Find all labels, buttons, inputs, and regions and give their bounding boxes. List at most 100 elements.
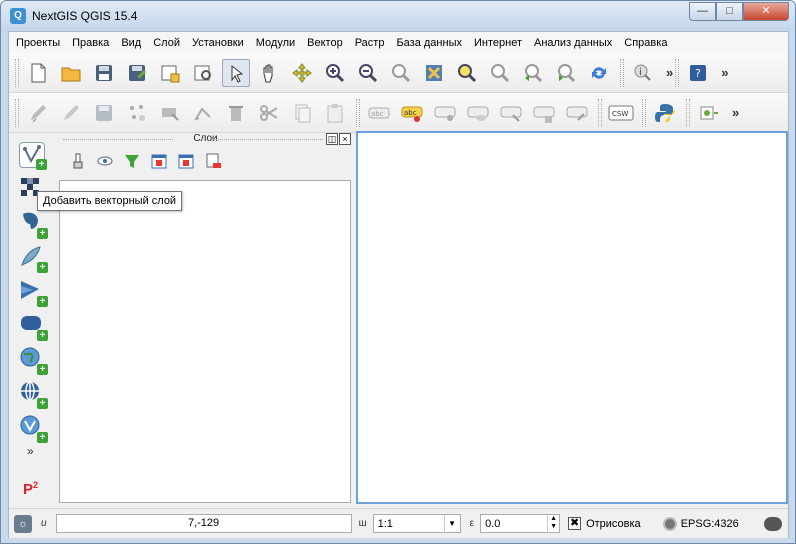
add-vector-layer-button[interactable]: + xyxy=(19,142,47,170)
python-console-button[interactable] xyxy=(651,99,679,127)
map-canvas[interactable] xyxy=(356,131,788,504)
layer-labeling-button[interactable]: abc xyxy=(365,99,393,127)
add-wfs-layer-button[interactable]: + xyxy=(19,414,48,443)
float-panel-button[interactable]: ◫ xyxy=(326,133,338,145)
toolbar-grip[interactable] xyxy=(642,98,646,127)
save-project-button[interactable] xyxy=(90,59,118,87)
zoom-full-button[interactable] xyxy=(420,59,448,87)
close-panel-button[interactable]: × xyxy=(339,133,351,145)
new-project-button[interactable] xyxy=(24,59,52,87)
toolbar-grip[interactable] xyxy=(356,98,360,127)
left-toolbar-overflow[interactable]: » xyxy=(27,444,34,458)
add-mssql-layer-button[interactable]: + xyxy=(19,278,48,307)
expand-all-button[interactable] xyxy=(149,151,169,171)
toolbar-grip[interactable] xyxy=(686,98,690,127)
rotation-spinbox[interactable]: 0.0 ▲ ▼ xyxy=(480,514,561,533)
menu-view[interactable]: Вид xyxy=(121,37,141,49)
paint-icon xyxy=(73,153,83,169)
node-tool-button[interactable] xyxy=(189,99,217,127)
chevron-down-icon[interactable]: ▼ xyxy=(443,515,460,532)
menu-vector[interactable]: Вектор xyxy=(307,37,343,49)
render-checkbox[interactable]: ✖ xyxy=(568,517,582,530)
toolbar2-overflow[interactable]: » xyxy=(732,105,739,120)
composer-manager-button[interactable] xyxy=(189,59,217,87)
toolbar-grip[interactable] xyxy=(15,98,19,127)
zoom-to-selection-button[interactable] xyxy=(453,59,481,87)
menu-project[interactable]: Проекты xyxy=(16,37,60,49)
add-spatialite-layer-button[interactable]: + xyxy=(19,244,48,273)
new-composer-button[interactable] xyxy=(156,59,184,87)
messages-icon[interactable] xyxy=(763,516,782,531)
minimize-button[interactable]: — xyxy=(689,2,716,21)
zoom-out-button[interactable] xyxy=(354,59,382,87)
label-highlight-button[interactable] xyxy=(431,99,459,127)
toolbar-overflow[interactable]: » xyxy=(666,65,673,80)
pan-map-button[interactable] xyxy=(255,59,283,87)
toggle-editing-button[interactable] xyxy=(57,99,85,127)
label-rotate-button[interactable] xyxy=(530,99,558,127)
menu-plugins[interactable]: Модули xyxy=(256,37,295,49)
maximize-button[interactable]: □ xyxy=(716,2,743,21)
label-pin-button[interactable]: abc xyxy=(398,99,426,127)
open-project-button[interactable] xyxy=(57,59,85,87)
pan-to-selection-button[interactable] xyxy=(288,59,316,87)
layers-panel-title[interactable]: Слои xyxy=(58,133,353,147)
add-db2-layer-button[interactable]: + xyxy=(19,312,48,341)
save-layer-edits-button[interactable] xyxy=(90,99,118,127)
crs-button[interactable]: EPSG:4326 xyxy=(662,516,739,531)
toolbar-grip[interactable] xyxy=(620,58,624,87)
zoom-last-button[interactable] xyxy=(519,59,547,87)
add-wms-layer-button[interactable]: + xyxy=(19,346,48,375)
current-edits-button[interactable] xyxy=(24,99,52,127)
menu-settings[interactable]: Установки xyxy=(192,37,244,49)
filter-legend-button[interactable] xyxy=(122,151,142,171)
zoom-to-layer-button[interactable] xyxy=(486,59,514,87)
scale-combo[interactable]: 1:1 ▼ xyxy=(372,514,461,533)
toolbar-grip[interactable] xyxy=(15,58,19,87)
label-move-button[interactable] xyxy=(497,99,525,127)
copy-features-button[interactable] xyxy=(288,99,316,127)
label-change-button[interactable] xyxy=(563,99,591,127)
toolbar-grip[interactable] xyxy=(598,98,602,127)
p2-plugin-button[interactable]: P2 xyxy=(23,480,38,498)
menu-database[interactable]: База данных xyxy=(396,37,462,49)
close-window-button[interactable]: ✕ xyxy=(743,2,789,21)
delete-selected-button[interactable] xyxy=(222,99,250,127)
open-layer-styling-button[interactable] xyxy=(68,151,88,171)
zoom-next-button[interactable] xyxy=(552,59,580,87)
manage-visibility-button[interactable] xyxy=(95,151,115,171)
layers-tree[interactable] xyxy=(59,180,351,503)
collapse-all-button[interactable] xyxy=(176,151,196,171)
zoom-in-button[interactable] xyxy=(321,59,349,87)
menu-edit[interactable]: Правка xyxy=(72,37,109,49)
save-as-button[interactable] xyxy=(123,59,151,87)
add-wcs-layer-button[interactable]: + xyxy=(19,380,48,409)
toolbar-overflow-2[interactable]: » xyxy=(721,65,728,80)
refresh-button[interactable] xyxy=(585,59,613,87)
zoom-actual-size-button[interactable] xyxy=(387,59,415,87)
render-label: Отрисовка xyxy=(586,517,641,530)
csw-button[interactable]: CSW xyxy=(607,99,635,127)
move-feature-button[interactable] xyxy=(156,99,184,127)
toolbar-grip[interactable] xyxy=(675,58,680,87)
identify-button[interactable]: i xyxy=(629,59,657,87)
touch-zoom-pan-button[interactable] xyxy=(222,58,250,87)
remove-layer-button[interactable] xyxy=(203,151,223,171)
help-button[interactable]: ? xyxy=(684,59,712,87)
add-feature-button[interactable] xyxy=(123,99,151,127)
menu-raster[interactable]: Растр xyxy=(355,37,385,49)
coordinate-toggle-icon[interactable]: ☼ xyxy=(14,514,32,533)
menu-processing[interactable]: Анализ данных xyxy=(534,37,612,49)
plugin-button[interactable] xyxy=(695,99,723,127)
coordinate-field[interactable]: 7,-129 xyxy=(55,514,352,533)
paste-features-button[interactable] xyxy=(321,99,349,127)
menu-help[interactable]: Справка xyxy=(624,37,667,49)
cut-features-button[interactable] xyxy=(255,99,283,127)
spinner-arrows-icon[interactable]: ▲ ▼ xyxy=(547,515,559,532)
label-show-hide-button[interactable] xyxy=(464,99,492,127)
composer-manager-icon xyxy=(194,65,211,80)
add-postgis-layer-button[interactable]: + xyxy=(19,210,48,239)
menu-web[interactable]: Интернет xyxy=(474,37,522,49)
title-bar[interactable]: Q NextGIS QGIS 15.4 — □ ✕ xyxy=(1,1,795,31)
menu-layer[interactable]: Слой xyxy=(153,37,180,49)
